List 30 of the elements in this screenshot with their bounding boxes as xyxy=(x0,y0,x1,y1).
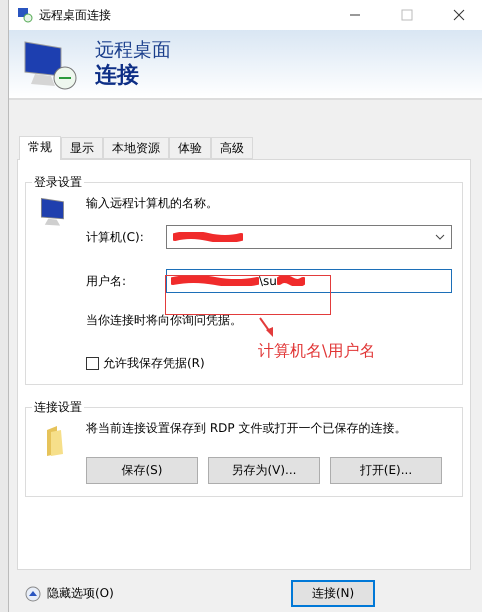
group-title: 连接设置 xyxy=(33,399,83,416)
maximize-icon xyxy=(401,9,413,21)
username-field[interactable]: \su xyxy=(166,269,452,293)
tab[interactable]: 本地资源 xyxy=(103,137,169,159)
banner-subtitle: 连接 xyxy=(95,62,140,90)
tab[interactable]: 体验 xyxy=(169,137,211,159)
action-button[interactable]: 保存(S) xyxy=(86,457,198,484)
chevron-icon xyxy=(435,234,445,240)
action-button[interactable]: 另存为(V)... xyxy=(208,457,320,484)
collapse-icon xyxy=(25,586,41,602)
field-label: 用户名: xyxy=(86,272,128,290)
tab[interactable]: 高级 xyxy=(211,137,253,159)
field-label: 计算机(C): xyxy=(86,228,145,246)
credentials-note: 当你连接时将向你询问凭据。 xyxy=(86,312,242,329)
group-title: 登录设置 xyxy=(33,174,83,191)
folder-icon xyxy=(47,426,63,456)
annotation-text: 计算机名\用户名 xyxy=(258,341,376,362)
banner-title: 远程桌面 xyxy=(95,38,171,62)
annotation-arrow xyxy=(258,316,276,338)
computer-combobox[interactable] xyxy=(166,225,452,249)
hide-options-toggle[interactable]: 隐藏选项(O) xyxy=(25,585,114,602)
connect-button[interactable]: 连接(N) xyxy=(291,580,375,607)
close-icon xyxy=(453,9,465,21)
window-title: 远程桌面连接 xyxy=(39,6,112,24)
instruction-text: 输入远程计算机的名称。 xyxy=(86,195,219,212)
app-icon xyxy=(17,7,33,23)
tab[interactable]: 常规 xyxy=(19,136,61,160)
action-button[interactable]: 打开(E)... xyxy=(330,457,442,484)
tab[interactable]: 显示 xyxy=(61,137,103,159)
description-text: 将当前连接设置保存到 RDP 文件或打开一个已保存的连接。 xyxy=(86,420,408,437)
